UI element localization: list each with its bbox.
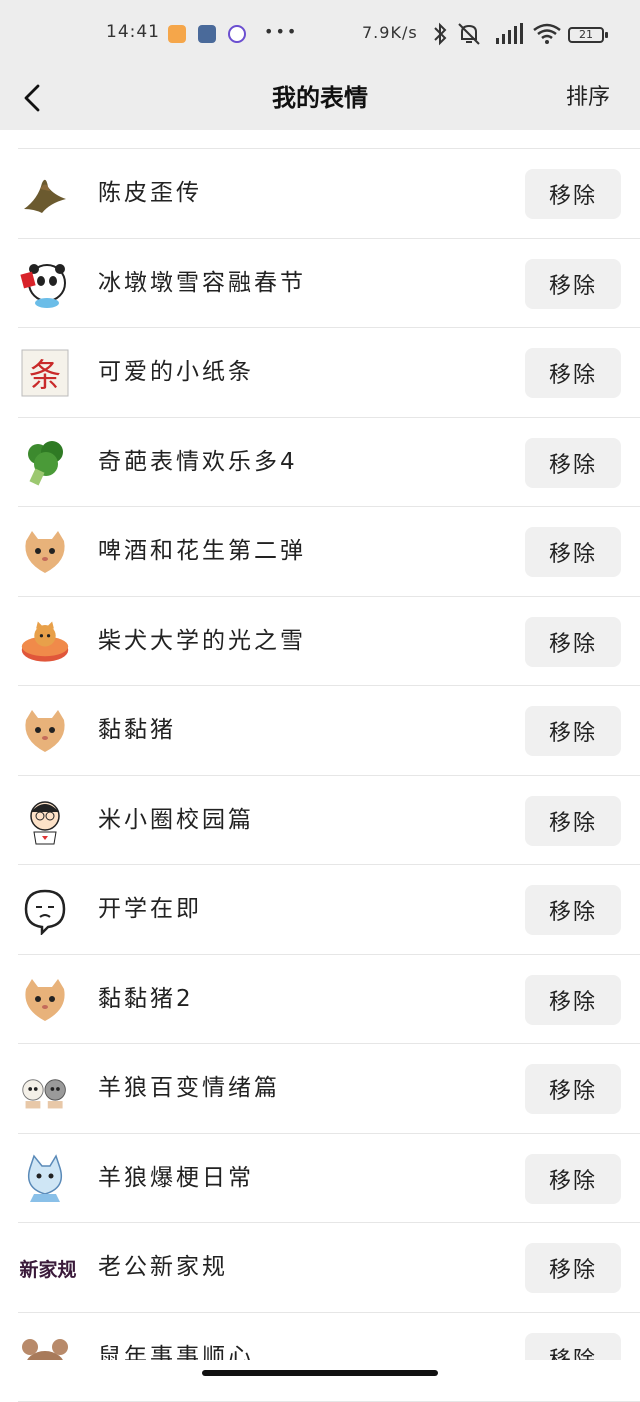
remove-button[interactable]: 移除 bbox=[525, 975, 621, 1025]
sticker-list-item[interactable]: 柴犬大学的光之雪 移除 bbox=[18, 597, 640, 687]
sticker-list-item[interactable]: 鼠年事事顺心移除 bbox=[18, 1313, 640, 1402]
remove-button[interactable]: 移除 bbox=[525, 1154, 621, 1204]
status-bar: 14:41 ••• 7.9K/s 21 bbox=[0, 0, 640, 66]
remove-button[interactable]: 移除 bbox=[525, 796, 621, 846]
sticker-list-item[interactable]: 开学在即 移除 bbox=[18, 865, 640, 955]
cat-sticker-icon bbox=[20, 527, 70, 577]
sticker-pack-name: 冰墩墩雪容融春节 bbox=[98, 239, 306, 328]
bell-muted-icon bbox=[456, 22, 482, 46]
list-divider bbox=[18, 130, 640, 149]
sticker-list-item[interactable]: 啤酒和花生第二弹 移除 bbox=[18, 507, 640, 597]
sticker-list-item[interactable]: 黏黏猪2 移除 bbox=[18, 955, 640, 1045]
sticker-list-item[interactable]: 羊狼百变情绪篇 移除 bbox=[18, 1044, 640, 1134]
camera-notification-icon bbox=[228, 25, 246, 43]
broccoli-sticker-icon bbox=[20, 438, 70, 488]
panda-sticker-icon bbox=[20, 259, 70, 309]
sticker-pack-name: 黏黏猪2 bbox=[98, 955, 194, 1044]
sticker-list-item[interactable]: 冰墩墩雪容融春节 移除 bbox=[18, 239, 640, 329]
signal-icon bbox=[494, 22, 524, 46]
sticker-pack-name: 羊狼百变情绪篇 bbox=[98, 1044, 280, 1133]
paper-note-sticker-icon: 条 bbox=[20, 348, 70, 398]
sticker-pack-name: 老公新家规 bbox=[98, 1223, 228, 1312]
sticker-pack-name: 柴犬大学的光之雪 bbox=[98, 597, 306, 686]
battery-icon: 21 bbox=[568, 27, 604, 43]
bird-sticker-icon bbox=[20, 169, 70, 219]
doodle-face-sticker-icon bbox=[20, 885, 70, 935]
remove-button[interactable]: 移除 bbox=[525, 1064, 621, 1114]
remove-button[interactable]: 移除 bbox=[525, 259, 621, 309]
shiba-donut-sticker-icon bbox=[20, 617, 70, 667]
svg-text:条: 条 bbox=[29, 356, 61, 394]
wolf-sticker-icon bbox=[20, 1154, 70, 1204]
sticker-list-item[interactable]: 陈皮歪传 移除 bbox=[18, 149, 640, 239]
remove-button[interactable]: 移除 bbox=[525, 527, 621, 577]
text-sticker-icon: 新家规 bbox=[20, 1243, 70, 1293]
sticker-list-item[interactable]: 奇葩表情欢乐多4 移除 bbox=[18, 418, 640, 508]
settings-notification-icon bbox=[198, 25, 216, 43]
thumbnail-text: 新家规 bbox=[20, 1255, 77, 1282]
remove-button[interactable]: 移除 bbox=[525, 169, 621, 219]
nav-bar: 我的表情 排序 bbox=[0, 66, 640, 130]
home-indicator[interactable] bbox=[202, 1370, 438, 1376]
sticker-list-item[interactable]: 米小圈校园篇 移除 bbox=[18, 776, 640, 866]
remove-button[interactable]: 移除 bbox=[525, 617, 621, 667]
remove-button[interactable]: 移除 bbox=[525, 438, 621, 488]
status-time: 14:41 bbox=[106, 22, 160, 42]
sticker-list: 陈皮歪传移除冰墩墩雪容融春节移除条可爱的小纸条移除奇葩表情欢乐多4移除啤酒和花生… bbox=[0, 130, 640, 1402]
sticker-list-item[interactable]: 新家规老公新家规 移除 bbox=[18, 1223, 640, 1313]
sheep-wolf-sticker-icon bbox=[20, 1064, 70, 1114]
cat-sticker-icon bbox=[20, 706, 70, 756]
sticker-pack-name: 鼠年事事顺心 bbox=[98, 1313, 254, 1402]
sticker-pack-name: 开学在即 bbox=[98, 865, 202, 954]
page-title: 我的表情 bbox=[0, 76, 640, 120]
boy-sticker-icon bbox=[20, 796, 70, 846]
sticker-pack-name: 可爱的小纸条 bbox=[98, 328, 254, 417]
network-speed: 7.9K/s bbox=[362, 23, 418, 42]
more-notifications-icon: ••• bbox=[264, 22, 298, 41]
cat-sticker-icon bbox=[20, 975, 70, 1025]
remove-button[interactable]: 移除 bbox=[525, 706, 621, 756]
sticker-pack-name: 羊狼爆梗日常 bbox=[98, 1134, 254, 1223]
sort-button[interactable]: 排序 bbox=[566, 76, 610, 120]
sticker-pack-name: 陈皮歪传 bbox=[98, 149, 202, 238]
bottom-bar bbox=[0, 1360, 640, 1387]
bluetooth-icon bbox=[432, 22, 448, 46]
sticker-list-item[interactable]: 羊狼爆梗日常 移除 bbox=[18, 1134, 640, 1224]
remove-button[interactable]: 移除 bbox=[525, 885, 621, 935]
sticker-pack-name: 奇葩表情欢乐多4 bbox=[98, 418, 298, 507]
sticker-pack-name: 啤酒和花生第二弹 bbox=[98, 507, 306, 596]
sticker-list-item[interactable]: 条可爱的小纸条 移除 bbox=[18, 328, 640, 418]
wifi-icon bbox=[532, 22, 562, 46]
sticker-pack-name: 米小圈校园篇 bbox=[98, 776, 254, 865]
app-notification-icon bbox=[168, 25, 186, 43]
sticker-list-item[interactable]: 黏黏猪 移除 bbox=[18, 686, 640, 776]
remove-button[interactable]: 移除 bbox=[525, 348, 621, 398]
remove-button[interactable]: 移除 bbox=[525, 1243, 621, 1293]
sticker-pack-name: 黏黏猪 bbox=[98, 686, 176, 775]
